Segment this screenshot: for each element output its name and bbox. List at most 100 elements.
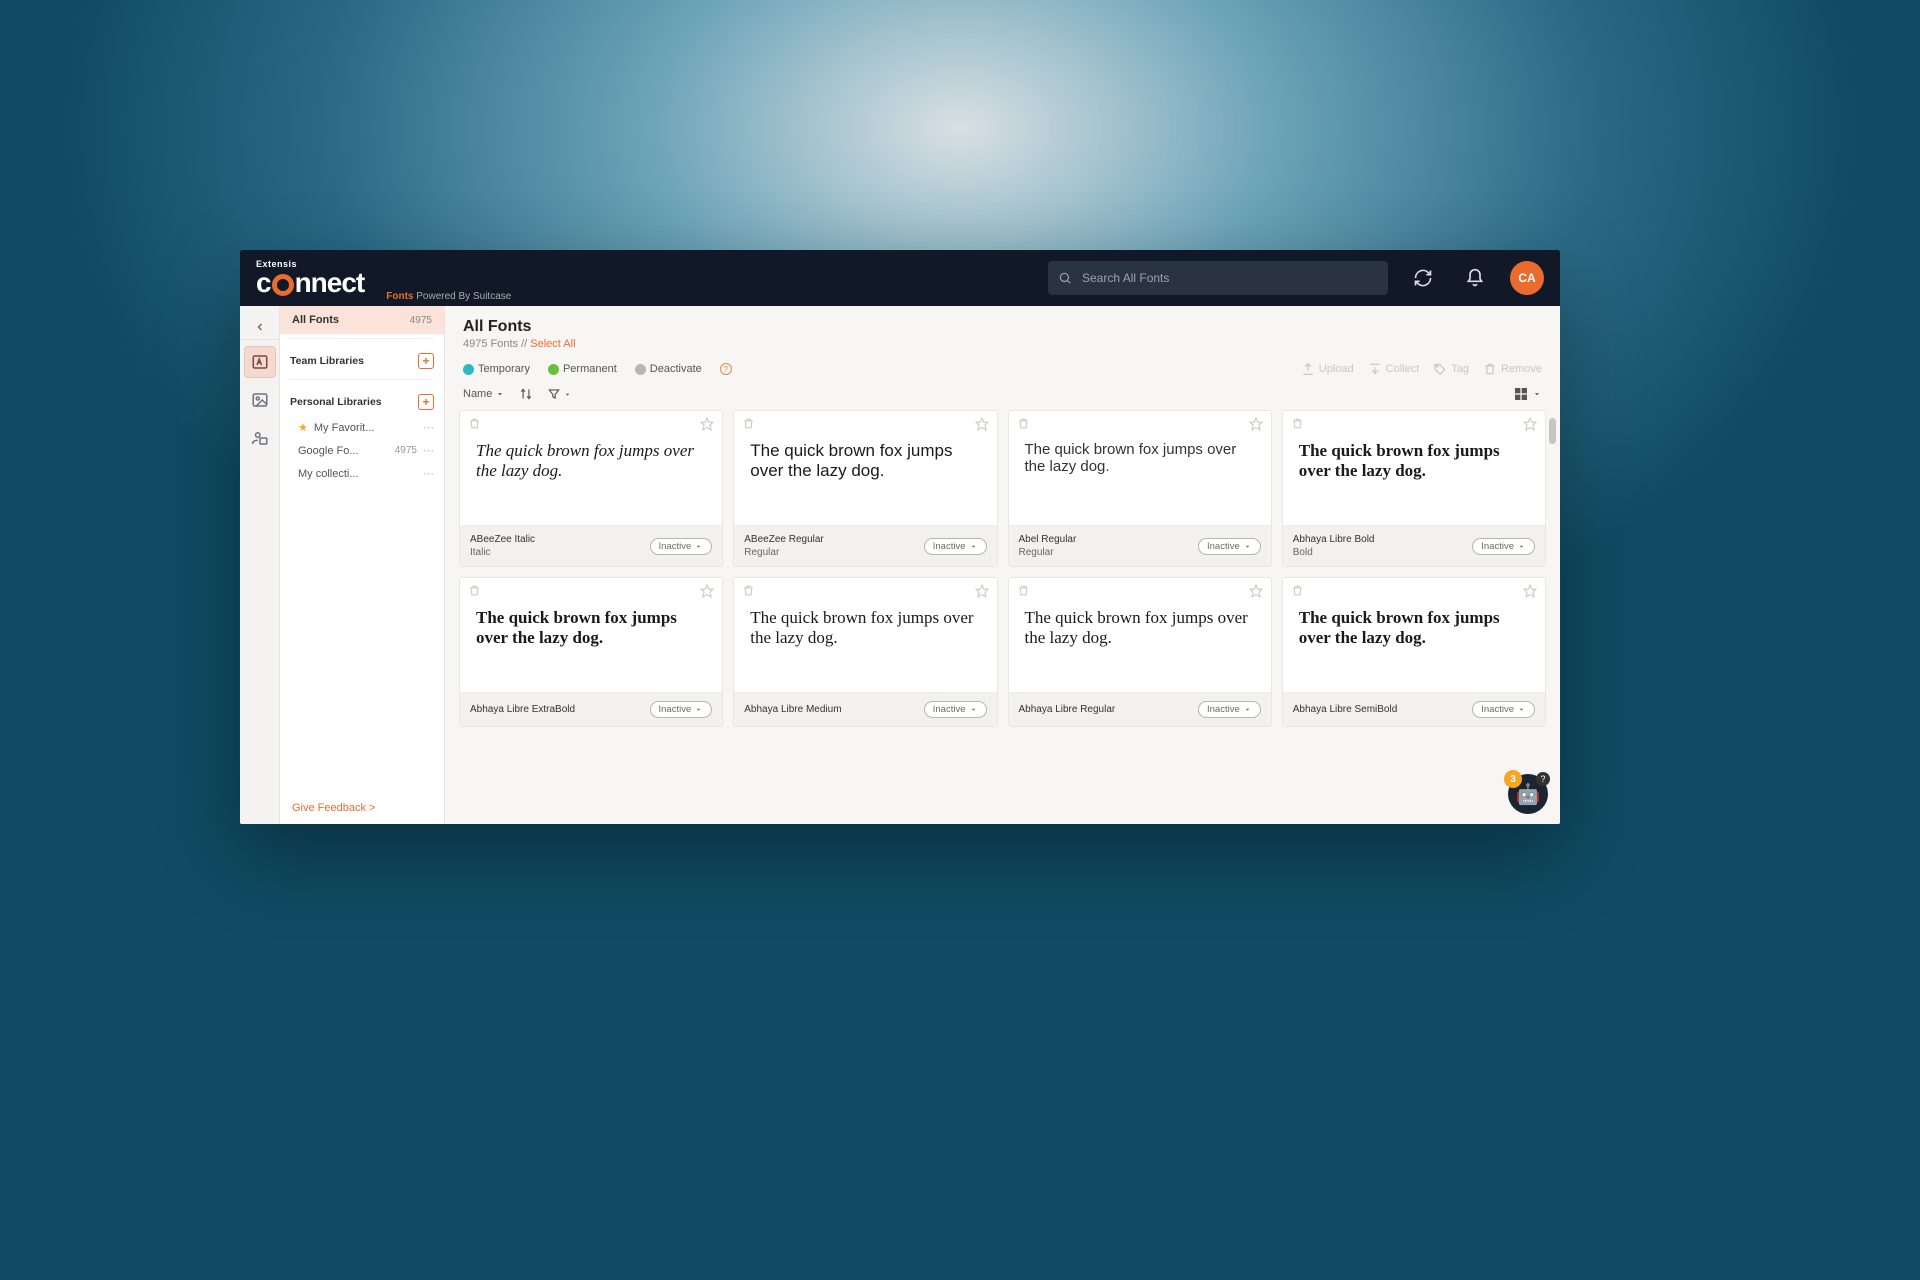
font-sample: The quick brown fox jumps over the lazy … [734, 437, 996, 525]
scrollbar-thumb[interactable] [1549, 418, 1556, 444]
font-card[interactable]: The quick brown fox jumps over the lazy … [459, 577, 723, 727]
sidebar-item-favorites[interactable]: ★ My Favorit... ⋯ [280, 416, 444, 439]
font-card[interactable]: The quick brown fox jumps over the lazy … [733, 577, 997, 727]
grid-view-button[interactable] [1513, 386, 1529, 402]
status-permanent[interactable]: Permanent [548, 363, 617, 375]
font-sample: The quick brown fox jumps over the lazy … [1283, 437, 1545, 525]
font-name: ABeeZee Italic [470, 534, 642, 545]
divider [290, 379, 434, 380]
remove-button[interactable]: Remove [1483, 362, 1542, 376]
font-card[interactable]: The quick brown fox jumps over the lazy … [1282, 410, 1546, 567]
font-sample: The quick brown fox jumps over the lazy … [734, 604, 996, 692]
font-sample: The quick brown fox jumps over the lazy … [1009, 604, 1271, 692]
sync-button[interactable] [1406, 261, 1440, 295]
filter-button[interactable] [547, 387, 572, 401]
card-star-icon[interactable] [700, 417, 714, 431]
add-personal-library-button[interactable]: + [418, 394, 434, 410]
card-star-icon[interactable] [1523, 584, 1537, 598]
collapse-sidebar-button[interactable] [240, 314, 279, 340]
tag-icon [1433, 362, 1447, 376]
card-trash-icon[interactable] [742, 584, 755, 598]
font-card[interactable]: The quick brown fox jumps over the lazy … [1008, 577, 1272, 727]
give-feedback-link[interactable]: Give Feedback > [292, 802, 375, 814]
card-star-icon[interactable] [975, 417, 989, 431]
font-style: Italic [470, 547, 642, 558]
activation-pill[interactable]: Inactive [924, 701, 987, 718]
trash-icon [1483, 362, 1497, 376]
nav-rail [240, 306, 280, 824]
chevron-down-icon [563, 390, 572, 399]
dot-permanent-icon [548, 364, 559, 375]
sidebar: All Fonts 4975 Team Libraries + Personal… [280, 306, 445, 824]
grid-icon [1513, 386, 1529, 402]
activation-pill[interactable]: Inactive [1198, 538, 1261, 555]
font-sample: The quick brown fox jumps over the lazy … [460, 437, 722, 525]
chevron-down-icon [1532, 389, 1542, 399]
chevron-down-icon [495, 389, 505, 399]
page-subtitle: 4975 Fonts // Select All [463, 338, 1542, 350]
card-star-icon[interactable] [1523, 417, 1537, 431]
font-card[interactable]: The quick brown fox jumps over the lazy … [733, 410, 997, 567]
card-trash-icon[interactable] [742, 417, 755, 431]
card-trash-icon[interactable] [1291, 417, 1304, 431]
sidebar-item-count: 4975 [410, 315, 432, 326]
sidebar-all-fonts[interactable]: All Fonts 4975 [280, 306, 444, 334]
status-deactivate[interactable]: Deactivate [635, 363, 702, 375]
font-icon [251, 353, 269, 371]
sidebar-personal-header: Personal Libraries + [280, 384, 444, 416]
font-sample: The quick brown fox jumps over the lazy … [1283, 604, 1545, 692]
global-search[interactable] [1048, 261, 1388, 295]
brand-tagline: Fonts Powered By Suitcase [386, 291, 511, 302]
activation-pill[interactable]: Inactive [650, 701, 713, 718]
star-icon: ★ [298, 421, 308, 434]
refresh-icon [1413, 268, 1433, 288]
card-trash-icon[interactable] [1017, 584, 1030, 598]
card-star-icon[interactable] [1249, 584, 1263, 598]
card-trash-icon[interactable] [468, 584, 481, 598]
nav-fonts[interactable] [244, 346, 276, 378]
more-icon[interactable]: ⋯ [423, 444, 434, 457]
font-name: Abhaya Libre SemiBold [1293, 704, 1465, 715]
font-card[interactable]: The quick brown fox jumps over the lazy … [1282, 577, 1546, 727]
nav-team[interactable] [244, 422, 276, 454]
select-all-link[interactable]: Select All [530, 338, 575, 350]
sort-direction-button[interactable] [519, 387, 533, 401]
upload-button[interactable]: Upload [1301, 362, 1354, 376]
sort-by-name[interactable]: Name [463, 388, 505, 400]
font-card[interactable]: The quick brown fox jumps over the lazy … [1008, 410, 1272, 567]
card-trash-icon[interactable] [1291, 584, 1304, 598]
activation-pill[interactable]: Inactive [1472, 701, 1535, 718]
user-avatar[interactable]: CA [1510, 261, 1544, 295]
collect-icon [1368, 362, 1382, 376]
search-input[interactable] [1082, 271, 1378, 285]
sidebar-item-google-fonts[interactable]: Google Fo... 4975 ⋯ [280, 439, 444, 462]
nav-images[interactable] [244, 384, 276, 416]
activation-pill[interactable]: Inactive [1472, 538, 1535, 555]
status-temporary[interactable]: Temporary [463, 363, 530, 375]
activation-pill[interactable]: Inactive [924, 538, 987, 555]
font-card[interactable]: The quick brown fox jumps over the lazy … [459, 410, 723, 567]
font-grid: The quick brown fox jumps over the lazy … [459, 410, 1546, 727]
collect-button[interactable]: Collect [1368, 362, 1420, 376]
card-star-icon[interactable] [975, 584, 989, 598]
tag-button[interactable]: Tag [1433, 362, 1469, 376]
card-star-icon[interactable] [700, 584, 714, 598]
activation-pill[interactable]: Inactive [650, 538, 713, 555]
more-icon[interactable]: ⋯ [423, 467, 434, 480]
sidebar-item-my-collection[interactable]: My collecti... ⋯ [280, 462, 444, 485]
font-name: Abhaya Libre ExtraBold [470, 704, 642, 715]
font-name: Abhaya Libre Bold [1293, 534, 1465, 545]
add-team-library-button[interactable]: + [418, 353, 434, 369]
more-icon[interactable]: ⋯ [423, 421, 434, 434]
card-trash-icon[interactable] [1017, 417, 1030, 431]
help-badge-count: 3 [1504, 770, 1522, 788]
help-fab[interactable]: 3 ? 🤖 [1508, 774, 1548, 814]
font-sample: The quick brown fox jumps over the lazy … [460, 604, 722, 692]
status-help-icon[interactable]: ? [720, 363, 732, 375]
font-name: Abel Regular [1019, 534, 1191, 545]
sidebar-team-header: Team Libraries + [280, 343, 444, 375]
activation-pill[interactable]: Inactive [1198, 701, 1261, 718]
card-trash-icon[interactable] [468, 417, 481, 431]
card-star-icon[interactable] [1249, 417, 1263, 431]
notifications-button[interactable] [1458, 261, 1492, 295]
